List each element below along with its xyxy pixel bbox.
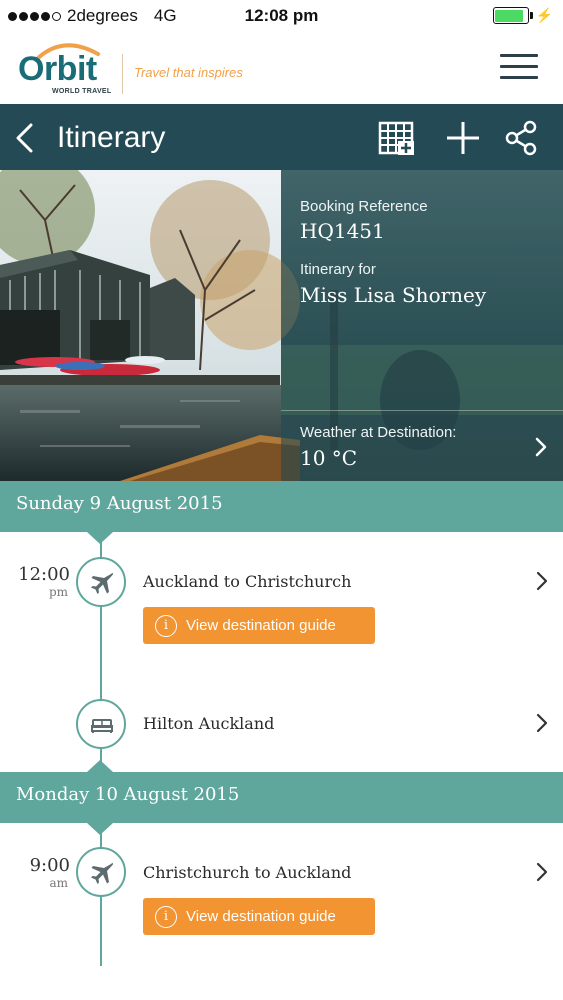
- charging-icon: ⚡: [535, 7, 553, 23]
- logo-subtext: WORLD TRAVEL: [52, 88, 112, 95]
- day-header: Sunday 9 August 2015: [0, 481, 563, 544]
- view-destination-guide-button[interactable]: i View destination guide: [143, 607, 375, 644]
- weather-label: Weather at Destination:: [300, 424, 457, 441]
- tagline: Travel that inspires: [134, 65, 243, 80]
- day-header: Monday 10 August 2015: [0, 760, 563, 835]
- plane-icon: [91, 573, 114, 594]
- status-bar: 2degrees 4G 12:08 pm ⚡: [0, 0, 563, 32]
- chevron-right-icon: [536, 713, 548, 733]
- back-chevron-icon: [16, 123, 33, 153]
- day-header-notch: [87, 760, 113, 772]
- bed-icon: [91, 719, 113, 733]
- booking-reference-label: Booking Reference: [300, 198, 428, 215]
- logo-wordmark: Orbit: [18, 50, 97, 88]
- weather-panel[interactable]: Weather at Destination: 10 °C: [281, 410, 563, 481]
- orbit-logo[interactable]: Orbit WORLD TRAVEL: [18, 40, 118, 96]
- info-icon: i: [155, 905, 177, 928]
- nav-bar: Itinerary: [0, 104, 563, 170]
- hamburger-menu-button[interactable]: [497, 52, 541, 82]
- brand-header: Orbit WORLD TRAVEL Travel that inspires: [0, 32, 563, 104]
- day-header-notch: [87, 823, 113, 835]
- day-header-notch: [87, 532, 113, 544]
- event-title: Auckland to Christchurch: [143, 572, 352, 591]
- hero-section: Booking Reference HQ1451 Itinerary for M…: [0, 170, 563, 481]
- status-time: 12:08 pm: [244, 6, 319, 25]
- itinerary-for-label: Itinerary for: [300, 261, 376, 278]
- event-title: Hilton Auckland: [143, 714, 275, 733]
- brand-divider: [122, 54, 123, 94]
- share-icon: [505, 120, 537, 156]
- status-right: ⚡: [492, 7, 553, 24]
- day-title: Monday 10 August 2015: [16, 784, 240, 805]
- button-label: View destination guide: [186, 617, 336, 634]
- traveller-name: Miss Lisa Shorney: [300, 283, 487, 307]
- timeline-node: [76, 557, 126, 607]
- event-time: 12:00: [18, 564, 70, 585]
- chevron-right-icon: [536, 862, 548, 882]
- add-button[interactable]: [444, 119, 482, 157]
- timeline-node: [76, 847, 126, 897]
- plane-icon: [91, 863, 114, 884]
- booking-reference-value: HQ1451: [300, 219, 385, 243]
- weather-value: 10 °C: [300, 446, 358, 470]
- timeline-node: [76, 699, 126, 749]
- plus-icon: [447, 122, 479, 154]
- event-title: Christchurch to Auckland: [143, 863, 352, 882]
- chevron-right-icon: [535, 437, 547, 457]
- day-title: Sunday 9 August 2015: [16, 493, 223, 514]
- info-icon: i: [155, 614, 177, 637]
- calendar-add-icon: [378, 121, 414, 155]
- button-label: View destination guide: [186, 908, 336, 925]
- calendar-add-button[interactable]: [378, 119, 416, 157]
- page-title: Itinerary: [57, 121, 166, 154]
- chevron-right-icon: [536, 571, 548, 591]
- event-time: 9:00: [29, 855, 70, 876]
- battery-icon: [492, 7, 529, 24]
- booking-info-panel: Booking Reference HQ1451 Itinerary for M…: [281, 170, 563, 410]
- event-ampm: am: [49, 876, 68, 890]
- share-button[interactable]: [503, 119, 541, 157]
- view-destination-guide-button[interactable]: i View destination guide: [143, 898, 375, 935]
- back-button[interactable]: [10, 120, 40, 156]
- event-ampm: pm: [48, 585, 68, 599]
